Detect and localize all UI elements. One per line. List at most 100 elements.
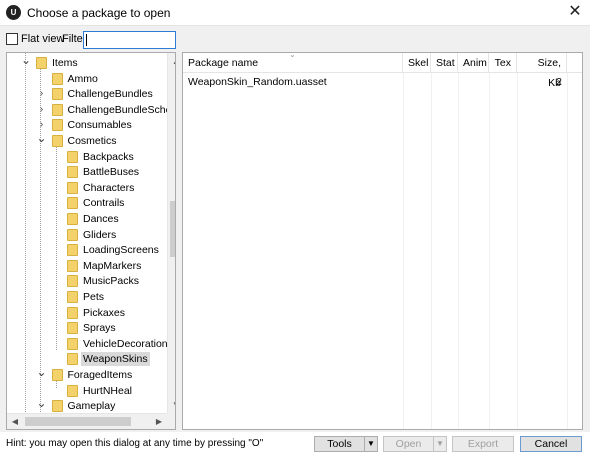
tree-item[interactable]: Characters <box>7 180 167 196</box>
folder-icon <box>67 213 78 225</box>
folder-icon <box>67 150 78 163</box>
tree-item-label: Pickaxes <box>83 306 126 319</box>
tree-item-label: Backpacks <box>83 150 134 163</box>
tree-item-label: Items <box>52 57 78 69</box>
folder-icon <box>51 119 63 132</box>
tree-item[interactable]: Ammo <box>7 71 167 87</box>
column-header-skel[interactable]: Skel <box>403 53 431 73</box>
chevron-right-icon[interactable]: › <box>36 86 48 102</box>
tree-item-label: ChallengeBundles <box>67 88 153 101</box>
folder-icon <box>67 275 78 288</box>
cancel-button[interactable]: Cancel <box>520 436 582 452</box>
tree-item-label: Characters <box>83 181 135 194</box>
column-divider <box>458 73 459 429</box>
tools-button[interactable]: Tools <box>314 436 365 452</box>
column-header-stat[interactable]: Stat <box>431 53 458 73</box>
folder-icon <box>67 291 78 303</box>
filter-input[interactable] <box>83 31 176 49</box>
chevron-down-icon[interactable]: ⌄ <box>36 366 48 383</box>
tree-horizontal-scroll-thumb[interactable] <box>25 417 131 426</box>
folder-icon <box>67 353 78 366</box>
column-divider <box>403 73 404 429</box>
tree-item-label: MusicPacks <box>83 275 140 288</box>
tree-item[interactable]: ⌄ Cosmetics <box>7 132 167 149</box>
tree-item[interactable]: HurtNHeal <box>7 383 167 399</box>
export-button[interactable]: Export <box>452 436 514 452</box>
tree-item-label: MapMarkers <box>83 259 142 272</box>
folder-icon <box>36 57 47 69</box>
folder-icon <box>67 384 78 397</box>
folder-icon <box>51 103 63 116</box>
column-header-tex[interactable]: Tex <box>489 53 517 73</box>
flat-view-checkbox[interactable] <box>6 33 18 45</box>
tree-item[interactable]: BattleBuses <box>7 164 167 180</box>
scroll-right-arrow-icon[interactable]: ▶ <box>151 414 167 429</box>
tree-item[interactable]: Pets <box>7 289 167 305</box>
scroll-up-arrow-icon[interactable]: ▲ <box>168 53 175 70</box>
tree-item[interactable]: › Consumables <box>7 117 167 133</box>
open-dropdown-icon[interactable]: ▼ <box>433 436 447 452</box>
text-caret <box>86 34 87 46</box>
scroll-down-arrow-icon[interactable]: ▼ <box>168 396 175 413</box>
unreal-logo-icon: U <box>6 5 21 20</box>
tree-item[interactable]: Contrails <box>7 195 167 211</box>
chevron-down-icon[interactable]: ⌄ <box>36 132 48 149</box>
folder-tree[interactable]: ⌄ Items Ammo › ChallengeBundles › ChallengeBun… <box>6 52 176 430</box>
tree-item-label: Dances <box>83 213 119 225</box>
flat-view-label[interactable]: Flat view <box>21 33 64 45</box>
tree-item-label: BattleBuses <box>83 166 140 179</box>
tree-item[interactable]: ⌄ ForagedItems <box>7 366 167 383</box>
scrollbar-corner <box>167 413 175 429</box>
table-row[interactable]: WeaponSkin_Random.uasset 2 <box>183 73 582 91</box>
folder-icon <box>51 369 63 381</box>
column-divider <box>567 73 568 429</box>
tree-item[interactable]: VehicleDecorations <box>7 336 173 352</box>
tree-item[interactable]: WeaponSkins <box>7 351 167 367</box>
chevron-right-icon[interactable]: › <box>36 102 48 118</box>
tree-item[interactable]: LoadingScreens <box>7 242 167 258</box>
folder-icon <box>67 244 78 257</box>
tree-item[interactable]: › ChallengeBundles <box>7 86 167 102</box>
tree-item-label: LoadingScreens <box>83 244 159 257</box>
tree-item[interactable]: Gliders <box>7 227 167 243</box>
tree-item-label: WeaponSkins <box>81 352 150 367</box>
cell-tex <box>489 73 517 91</box>
tree-item-label: Ammo <box>67 72 98 85</box>
folder-icon <box>51 72 63 85</box>
tree-item[interactable]: MusicPacks <box>7 273 167 289</box>
scroll-left-arrow-icon[interactable]: ◀ <box>7 414 23 429</box>
tree-item-label: Pets <box>83 291 105 303</box>
close-button[interactable]: ✕ <box>560 0 590 25</box>
tree-item[interactable]: Dances <box>7 211 167 227</box>
tree-item[interactable]: Backpacks <box>7 149 167 165</box>
tree-item-label: Gameplay <box>67 400 116 413</box>
chevron-down-icon[interactable]: ⌄ <box>20 54 32 71</box>
tree-item[interactable]: Pickaxes <box>7 305 167 321</box>
tree-item[interactable]: ⌄ Items <box>7 54 167 71</box>
folder-icon <box>67 259 78 272</box>
tree-vertical-scroll-thumb[interactable] <box>170 201 175 257</box>
folder-icon <box>67 306 78 319</box>
package-list[interactable]: Package name ⌄ Skel Stat Anim Tex Size, … <box>182 50 583 430</box>
cell-stat <box>431 73 458 91</box>
folder-icon <box>67 228 78 241</box>
folder-icon <box>67 197 78 210</box>
chevron-down-icon[interactable]: ⌄ <box>36 397 48 414</box>
folder-icon <box>67 337 78 350</box>
tree-item[interactable]: Sprays <box>7 320 167 336</box>
tree-item[interactable]: MapMarkers <box>7 258 167 274</box>
column-header-anim[interactable]: Anim <box>458 53 489 73</box>
tree-item[interactable]: › ChallengeBundleSchedules <box>7 102 175 118</box>
sort-indicator-icon: ⌄ <box>289 50 296 59</box>
open-button[interactable]: Open <box>383 436 434 452</box>
tree-item-label: ChallengeBundleSchedules <box>67 103 176 116</box>
tree-horizontal-scrollbar[interactable]: ◀ ▶ <box>7 413 167 429</box>
window-title: Choose a package to open <box>27 6 171 20</box>
column-header-size[interactable]: Size, Kb <box>517 53 567 89</box>
tree-vertical-scrollbar[interactable]: ▲ ▼ <box>167 53 175 413</box>
tree-item[interactable]: ⌄ Gameplay <box>7 397 167 414</box>
tree-item-label: Contrails <box>83 197 125 210</box>
tools-dropdown-icon[interactable]: ▼ <box>364 436 378 452</box>
folder-icon <box>51 135 63 147</box>
folder-icon <box>67 181 78 194</box>
